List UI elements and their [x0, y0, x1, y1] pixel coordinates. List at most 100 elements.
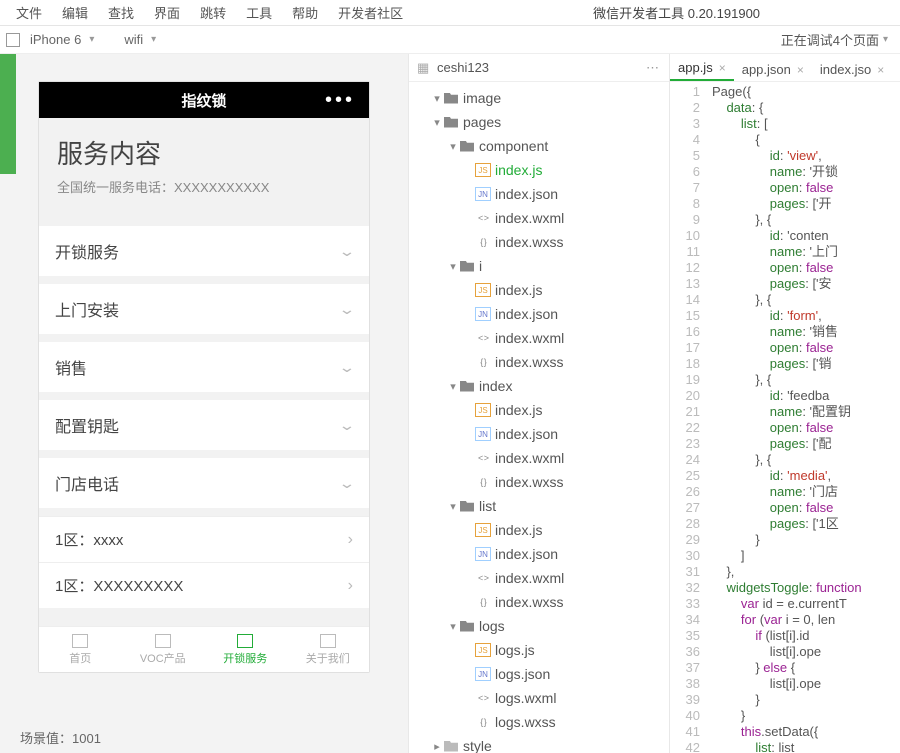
- tree-label: index.wxml: [495, 450, 564, 466]
- expand-icon[interactable]: [447, 140, 459, 153]
- editor-tab[interactable]: app.js×: [670, 56, 734, 81]
- tabbar-item[interactable]: 关于我们: [287, 627, 370, 672]
- close-icon[interactable]: ×: [877, 63, 884, 77]
- tabbar-item[interactable]: 开锁服务: [204, 627, 287, 672]
- tree-label: index.json: [495, 546, 558, 562]
- folder-icon: [459, 499, 475, 513]
- tree-file[interactable]: index.json: [409, 542, 669, 566]
- wxss-file-icon: [475, 595, 491, 609]
- tree-file[interactable]: index.wxss: [409, 590, 669, 614]
- chevron-right-icon: ›: [348, 577, 353, 595]
- file-tree[interactable]: imagepagescomponentindex.jsindex.jsonind…: [409, 82, 669, 753]
- device-rotate-icon[interactable]: [6, 33, 20, 47]
- tree-label: logs.wxss: [495, 714, 556, 730]
- tree-file[interactable]: logs.wxml: [409, 686, 669, 710]
- code-area[interactable]: Page({ data: { list: [ { id: 'view', nam…: [706, 82, 862, 753]
- tree-folder[interactable]: i: [409, 254, 669, 278]
- service-item[interactable]: 门店电话⌄: [39, 458, 369, 508]
- tabbar-icon: [237, 634, 253, 648]
- tree-file[interactable]: logs.wxss: [409, 710, 669, 734]
- tabbar-item[interactable]: VOC产品: [122, 627, 205, 672]
- service-subitem[interactable]: 1区：XXXXXXXXX ›: [39, 562, 369, 608]
- expand-icon[interactable]: [447, 500, 459, 513]
- tree-label: index.wxml: [495, 570, 564, 586]
- explorer-more-icon[interactable]: ⋯: [646, 60, 661, 76]
- tree-folder[interactable]: pages: [409, 110, 669, 134]
- tree-folder[interactable]: logs: [409, 614, 669, 638]
- service-item[interactable]: 销售⌄: [39, 342, 369, 392]
- device-select[interactable]: iPhone 6 ▾: [30, 32, 94, 47]
- tree-label: index.json: [495, 306, 558, 322]
- expand-icon[interactable]: [447, 380, 459, 393]
- menu-工具[interactable]: 工具: [236, 6, 282, 21]
- service-item-label: 上门安装: [55, 297, 119, 321]
- json-file-icon: [475, 187, 491, 201]
- service-item[interactable]: 开锁服务⌄: [39, 226, 369, 276]
- tree-file[interactable]: index.wxss: [409, 350, 669, 374]
- menu-查找[interactable]: 查找: [98, 6, 144, 21]
- wxss-file-icon: [475, 235, 491, 249]
- tree-file[interactable]: logs.js: [409, 638, 669, 662]
- tree-folder[interactable]: style: [409, 734, 669, 753]
- network-select[interactable]: wifi ▾: [124, 32, 156, 47]
- tree-file[interactable]: index.js: [409, 278, 669, 302]
- menu-跳转[interactable]: 跳转: [190, 6, 236, 21]
- wxml-file-icon: [475, 451, 491, 465]
- tree-label: logs.json: [495, 666, 550, 682]
- tree-file[interactable]: index.wxss: [409, 470, 669, 494]
- close-icon[interactable]: ×: [797, 63, 804, 77]
- tree-folder[interactable]: index: [409, 374, 669, 398]
- phone-navbar: 指纹锁 •••: [39, 82, 369, 118]
- menu-开发者社区[interactable]: 开发者社区: [328, 6, 413, 21]
- expand-icon[interactable]: [431, 92, 443, 105]
- tree-file[interactable]: index.json: [409, 422, 669, 446]
- tree-folder[interactable]: list: [409, 494, 669, 518]
- tree-file[interactable]: index.wxml: [409, 206, 669, 230]
- editor-tab[interactable]: app.json ×: [734, 58, 812, 81]
- more-icon[interactable]: •••: [325, 95, 355, 105]
- tree-file[interactable]: index.js: [409, 158, 669, 182]
- tree-label: logs: [479, 618, 505, 634]
- tree-file[interactable]: index.json: [409, 182, 669, 206]
- service-item-label: 门店电话: [55, 471, 119, 495]
- editor-tab-label: app.json: [742, 62, 791, 77]
- tree-file[interactable]: index.wxml: [409, 566, 669, 590]
- menu-编辑[interactable]: 编辑: [52, 6, 98, 21]
- wxml-file-icon: [475, 691, 491, 705]
- page-subline: 全国统一服务电话：XXXXXXXXXXX: [57, 177, 351, 196]
- explorer-toggle-icon[interactable]: ▦: [417, 60, 431, 76]
- editor-tab[interactable]: index.jso×: [812, 58, 892, 81]
- expand-icon[interactable]: [431, 116, 443, 129]
- service-item[interactable]: 上门安装⌄: [39, 284, 369, 334]
- tree-file[interactable]: logs.json: [409, 662, 669, 686]
- tree-folder[interactable]: image: [409, 86, 669, 110]
- folder-icon: [459, 619, 475, 633]
- tree-file[interactable]: index.json: [409, 302, 669, 326]
- service-subitem-label: 1区：XXXXXXXXX: [55, 575, 183, 596]
- close-icon[interactable]: ×: [719, 61, 726, 75]
- service-item[interactable]: 配置钥匙⌄: [39, 400, 369, 450]
- expand-icon[interactable]: [447, 260, 459, 273]
- toolbar: iPhone 6 ▾ wifi ▾ 正在调试4个页面 ▾: [0, 26, 900, 54]
- expand-icon[interactable]: [447, 620, 459, 633]
- js-file-icon: [475, 523, 491, 537]
- tree-file[interactable]: index.js: [409, 398, 669, 422]
- tree-file[interactable]: index.wxml: [409, 326, 669, 350]
- tree-folder[interactable]: component: [409, 134, 669, 158]
- service-subitem[interactable]: 1区：xxxx›: [39, 516, 369, 562]
- wxss-file-icon: [475, 475, 491, 489]
- tabbar-label: 开锁服务: [223, 650, 267, 666]
- tree-file[interactable]: index.wxss: [409, 230, 669, 254]
- menu-帮助[interactable]: 帮助: [282, 6, 328, 21]
- tree-file[interactable]: index.js: [409, 518, 669, 542]
- tree-label: index.json: [495, 426, 558, 442]
- tree-label: index.js: [495, 522, 542, 538]
- network-select-label: wifi: [124, 32, 143, 47]
- service-item-label: 销售: [55, 355, 87, 379]
- menu-界面[interactable]: 界面: [144, 6, 190, 21]
- menu-文件[interactable]: 文件: [6, 6, 52, 21]
- expand-icon[interactable]: [431, 740, 443, 753]
- tabbar-item[interactable]: 首页: [39, 627, 122, 672]
- tree-file[interactable]: index.wxml: [409, 446, 669, 470]
- service-subitem-label: 1区：xxxx: [55, 529, 123, 550]
